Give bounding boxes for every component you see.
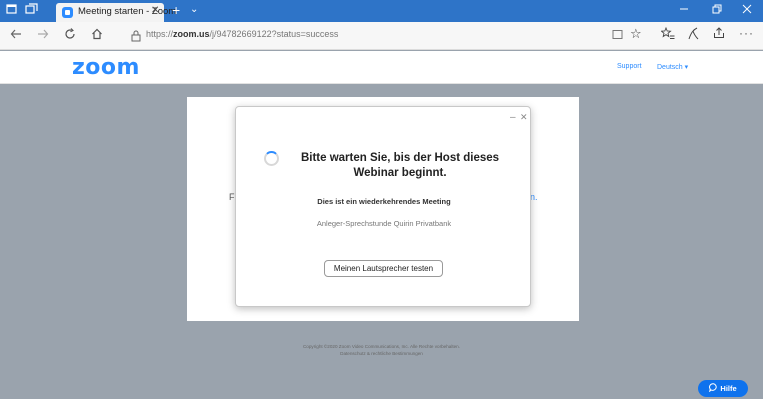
address-url[interactable]: https://zoom.us/j/94782669122?status=suc… bbox=[146, 29, 338, 39]
dialog-subtitle: Dies ist ein wiederkehrendes Meeting bbox=[317, 197, 451, 206]
new-tab-button[interactable]: + bbox=[172, 2, 180, 18]
footer: Copyright ©2020 Zoom Video Communication… bbox=[0, 343, 763, 357]
tab-close-icon[interactable]: ✕ bbox=[151, 5, 159, 16]
minimize-window-icon[interactable] bbox=[679, 3, 689, 19]
dialog-close-icon[interactable]: ✕ bbox=[520, 112, 528, 123]
url-prefix: https:// bbox=[146, 29, 174, 39]
browser-titlebar: Meeting starten - Zoom ✕ + ⌄ bbox=[0, 0, 763, 22]
spinner-icon bbox=[264, 151, 279, 166]
meeting-name: Anleger-Sprechstunde Quirin Privatbank bbox=[316, 219, 452, 228]
lock-icon[interactable] bbox=[131, 29, 141, 42]
chat-icon bbox=[709, 383, 717, 393]
support-link[interactable]: Support bbox=[617, 63, 642, 70]
refresh-icon[interactable] bbox=[64, 28, 76, 43]
favorites-bar-icon[interactable] bbox=[660, 26, 675, 43]
more-icon[interactable]: ··· bbox=[739, 26, 754, 40]
favorite-icon[interactable]: ☆ bbox=[630, 27, 642, 41]
home-icon[interactable] bbox=[91, 28, 103, 43]
help-button[interactable]: Hilfe bbox=[698, 380, 748, 397]
privacy-link[interactable]: Datenschutz & rechtliche Bestimmungen bbox=[0, 350, 763, 357]
tab-meeting-starten[interactable]: Meeting starten - Zoom ✕ bbox=[56, 3, 176, 22]
url-domain: zoom.us bbox=[173, 29, 210, 39]
url-path: /j/94782669122?status=success bbox=[209, 29, 339, 39]
browser-navbar: https://zoom.us/j/94782669122?status=suc… bbox=[0, 22, 763, 50]
background-text-fragment: F bbox=[229, 192, 235, 202]
zoom-logo[interactable]: zoom bbox=[72, 55, 140, 80]
share-icon[interactable] bbox=[713, 27, 725, 42]
dialog-minimize-icon[interactable]: – bbox=[510, 112, 516, 123]
zoom-favicon-icon bbox=[62, 7, 73, 18]
test-speaker-button[interactable]: Meinen Lautsprecher testen bbox=[324, 260, 443, 277]
close-window-icon[interactable] bbox=[742, 3, 752, 19]
reading-view-icon[interactable] bbox=[612, 29, 623, 43]
tab-sets-icon[interactable] bbox=[24, 3, 40, 19]
forward-icon[interactable] bbox=[37, 28, 49, 43]
collections-icon[interactable] bbox=[687, 27, 699, 43]
tab-actions-icon[interactable] bbox=[4, 3, 20, 19]
help-label: Hilfe bbox=[720, 384, 737, 393]
tab-menu-chevron-icon[interactable]: ⌄ bbox=[190, 2, 198, 18]
zoom-header: zoom Support Deutsch ▾ bbox=[0, 51, 763, 84]
dialog-title: Bitte warten Sie, bis der Host dieses We… bbox=[300, 152, 500, 179]
copyright-text: Copyright ©2020 Zoom Video Communication… bbox=[302, 344, 461, 349]
tab-title: Meeting starten - Zoom bbox=[78, 6, 177, 17]
waiting-dialog: – ✕ Bitte warten Sie, bis der Host diese… bbox=[235, 106, 531, 307]
restore-window-icon[interactable] bbox=[712, 3, 722, 19]
back-icon[interactable] bbox=[10, 28, 22, 43]
language-select[interactable]: Deutsch ▾ bbox=[657, 63, 688, 71]
